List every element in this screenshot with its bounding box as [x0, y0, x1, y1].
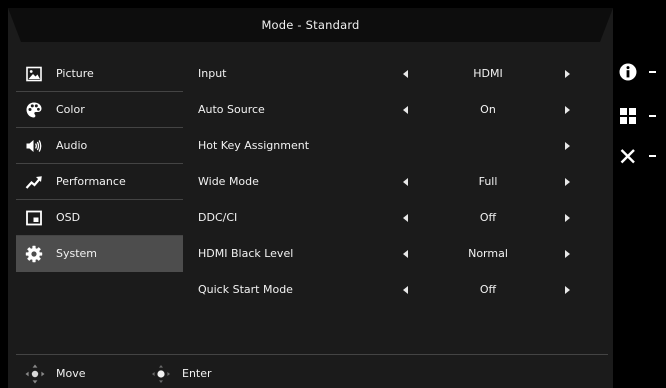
setting-value: On: [480, 103, 496, 116]
sidebar-item-label: System: [56, 247, 98, 260]
palette-icon: [26, 102, 42, 118]
left-arrow-icon[interactable]: [403, 286, 408, 294]
sidebar-item-label: Picture: [56, 67, 94, 80]
setting-label: Wide Mode: [198, 175, 259, 188]
footer-divider: [16, 354, 608, 355]
hotkey-info[interactable]: [618, 62, 666, 82]
sidebar: Picture Color Audio Performance OSD Syst…: [16, 56, 183, 272]
sidebar-item-audio[interactable]: Audio: [16, 128, 183, 164]
sidebar-item-osd[interactable]: OSD: [16, 200, 183, 236]
left-arrow-icon[interactable]: [403, 250, 408, 258]
performance-arrow-icon: [25, 176, 42, 189]
hotkey-dash: [649, 155, 656, 157]
setting-row-ddc-ci[interactable]: DDC/CI Off: [198, 200, 588, 236]
setting-label: DDC/CI: [198, 211, 238, 224]
joystick-move-icon: [25, 364, 45, 384]
setting-label: Quick Start Mode: [198, 283, 293, 296]
info-icon: [619, 63, 637, 81]
setting-row-auto-source[interactable]: Auto Source On: [198, 92, 588, 128]
setting-label: Hot Key Assignment: [198, 139, 310, 152]
left-arrow-icon[interactable]: [403, 70, 408, 78]
picture-icon: [26, 66, 42, 82]
hotkey-close[interactable]: [618, 146, 666, 166]
left-arrow-icon[interactable]: [403, 178, 408, 186]
sidebar-item-color[interactable]: Color: [16, 92, 183, 128]
settings-list: Input HDMI Auto Source On Hot Key Assign…: [198, 56, 588, 308]
sidebar-item-label: OSD: [56, 211, 81, 224]
setting-label: Input: [198, 67, 227, 80]
right-arrow-icon[interactable]: [565, 142, 570, 150]
left-arrow-icon[interactable]: [403, 214, 408, 222]
setting-row-hdmi-black-level[interactable]: HDMI Black Level Normal: [198, 236, 588, 272]
hotkey-grid[interactable]: [618, 106, 666, 126]
footer-hints: Move Enter: [8, 360, 613, 388]
setting-row-wide-mode[interactable]: Wide Mode Full: [198, 164, 588, 200]
setting-label: HDMI Black Level: [198, 247, 294, 260]
speaker-icon: [26, 140, 42, 152]
setting-label: Auto Source: [198, 103, 265, 116]
hotkey-dash: [649, 115, 656, 117]
sidebar-item-system[interactable]: System: [16, 236, 183, 272]
joystick-enter-icon: [152, 365, 170, 383]
right-arrow-icon[interactable]: [565, 214, 570, 222]
left-arrow-icon[interactable]: [403, 106, 408, 114]
close-icon: [620, 149, 635, 164]
sidebar-item-label: Audio: [56, 139, 88, 152]
enter-label: Enter: [182, 367, 212, 380]
right-arrow-icon[interactable]: [565, 286, 570, 294]
hotkey-guide: [618, 0, 666, 388]
setting-value: HDMI: [473, 67, 503, 80]
sidebar-item-label: Color: [56, 103, 85, 116]
osd-menu: Mode - Standard Picture Color Audio Perf…: [8, 8, 613, 388]
setting-value: Off: [479, 283, 497, 296]
right-arrow-icon[interactable]: [565, 178, 570, 186]
hotkey-dash: [649, 71, 656, 73]
setting-value: Full: [478, 175, 498, 188]
setting-row-input[interactable]: Input HDMI: [198, 56, 588, 92]
right-arrow-icon[interactable]: [565, 70, 570, 78]
osd-header: Mode - Standard: [8, 8, 613, 42]
sidebar-item-picture[interactable]: Picture: [16, 56, 183, 92]
setting-row-quick-start-mode[interactable]: Quick Start Mode Off: [198, 272, 588, 308]
setting-value: Off: [479, 211, 497, 224]
setting-value: Normal: [468, 247, 508, 260]
sidebar-item-label: Performance: [56, 175, 126, 188]
grid-icon: [620, 108, 636, 124]
right-arrow-icon[interactable]: [565, 250, 570, 258]
sidebar-item-performance[interactable]: Performance: [16, 164, 183, 200]
osd-window-icon: [26, 210, 42, 226]
gear-icon: [25, 245, 43, 263]
right-arrow-icon[interactable]: [565, 106, 570, 114]
setting-row-hot-key-assignment[interactable]: Hot Key Assignment: [198, 128, 588, 164]
mode-title: Mode - Standard: [261, 18, 360, 32]
move-label: Move: [56, 367, 86, 380]
